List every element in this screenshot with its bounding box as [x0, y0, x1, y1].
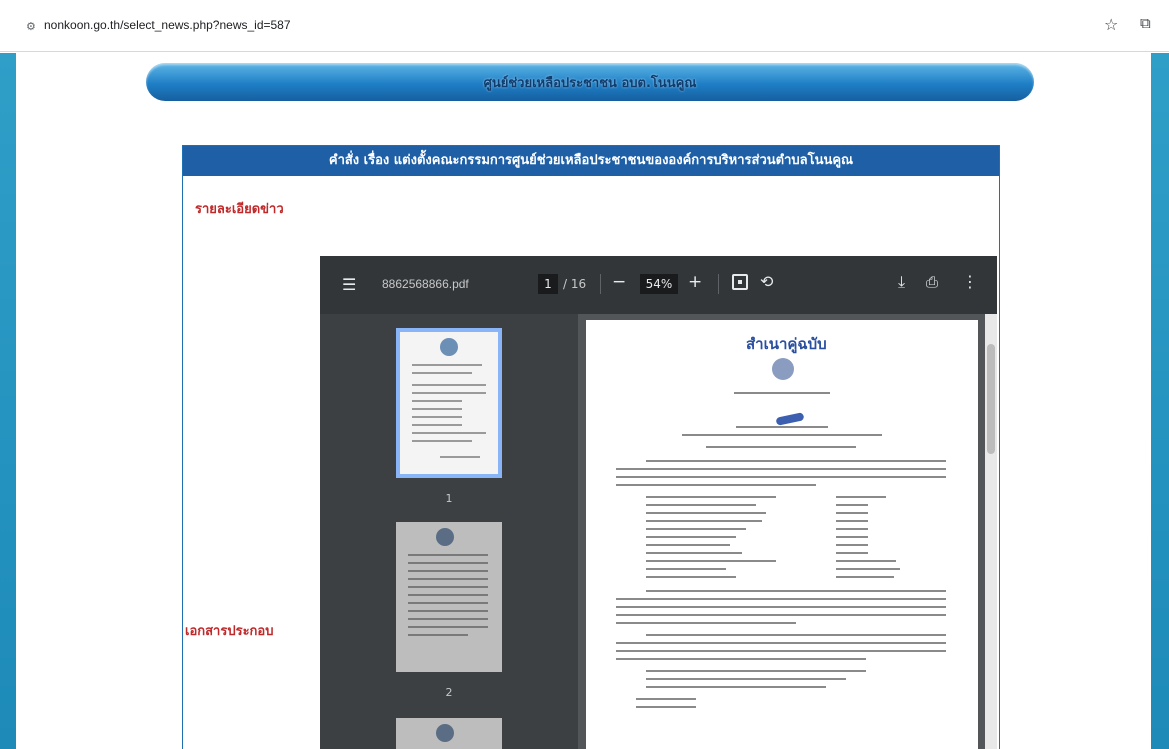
page-number-input[interactable]: 1 — [538, 274, 558, 294]
fit-page-icon[interactable] — [732, 274, 748, 290]
url-field[interactable]: nonkoon.go.th/select_news.php?news_id=58… — [44, 18, 291, 32]
emblem-icon — [440, 338, 458, 356]
emblem-icon — [436, 528, 454, 546]
pdf-toolbar: ☰ 8862568866.pdf 1 / 16 − 54% + ⟲ ⤓ ⎙ ⋮ — [320, 256, 997, 314]
page-scrollbar[interactable] — [985, 314, 997, 749]
zoom-level-input[interactable]: 54% — [640, 274, 678, 294]
attachment-label: เอกสารประกอบ — [185, 624, 274, 639]
pdf-viewer[interactable]: ☰ 8862568866.pdf 1 / 16 − 54% + ⟲ ⤓ ⎙ ⋮ — [320, 256, 997, 749]
signature-mark — [775, 412, 805, 426]
pdf-page-area[interactable]: สำเนาคู่ฉบับ — [578, 314, 997, 749]
page-total: / 16 — [563, 277, 587, 291]
page-side-border-left — [0, 53, 16, 749]
puzzle-icon[interactable]: ⧉ — [1140, 14, 1151, 32]
detail-label: รายละเอียดข่าว — [195, 202, 284, 217]
thumbnail-sidebar: 1 2 — [320, 314, 578, 749]
pdf-page: สำเนาคู่ฉบับ — [586, 320, 978, 749]
page-thumbnail[interactable] — [396, 522, 502, 672]
more-options-icon[interactable]: ⋮ — [962, 272, 978, 291]
emblem-icon — [436, 724, 454, 742]
menu-icon[interactable]: ☰ — [342, 275, 356, 294]
site-banner: ศูนย์ช่วยเหลือประชาชน อบต.โนนคูณ — [146, 63, 1034, 101]
thumbnail-label: 2 — [445, 686, 453, 699]
copy-stamp: สำเนาคู่ฉบับ — [746, 335, 827, 353]
page-thumbnail[interactable] — [396, 328, 502, 478]
web-page: ศูนย์ช่วยเหลือประชาชน อบต.โนนคูณ คำสั่ง … — [0, 53, 1169, 749]
toolbar-divider — [600, 274, 601, 294]
pdf-filename: 8862568866.pdf — [382, 277, 469, 291]
download-icon[interactable]: ⤓ — [898, 272, 905, 292]
page-side-border-right — [1151, 53, 1169, 749]
zoom-in-icon[interactable]: + — [688, 272, 702, 292]
star-icon[interactable]: ☆ — [1104, 15, 1118, 34]
emblem-icon — [772, 358, 794, 380]
thumbnail-label: 1 — [445, 492, 453, 505]
news-title: คำสั่ง เรื่อง แต่งตั้งคณะกรรมการศูนย์ช่ว… — [183, 146, 999, 176]
tune-icon[interactable]: ⚙ — [26, 20, 36, 33]
toolbar-divider — [718, 274, 719, 294]
zoom-out-icon[interactable]: − — [612, 272, 626, 292]
scrollbar-thumb[interactable] — [987, 344, 995, 454]
page-thumbnail[interactable] — [396, 718, 502, 749]
browser-address-bar: ⚙ nonkoon.go.th/select_news.php?news_id=… — [0, 0, 1169, 52]
print-icon[interactable]: ⎙ — [926, 273, 938, 291]
rotate-icon[interactable]: ⟲ — [760, 272, 773, 291]
banner-title: ศูนย์ช่วยเหลือประชาชน อบต.โนนคูณ — [483, 76, 697, 91]
news-panel: คำสั่ง เรื่อง แต่งตั้งคณะกรรมการศูนย์ช่ว… — [182, 145, 1000, 749]
